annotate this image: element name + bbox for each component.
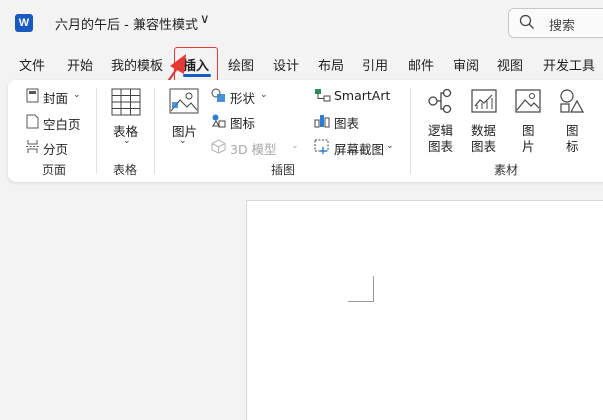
chevron-down-icon: ⌄ — [291, 141, 299, 151]
screenshot-button[interactable]: 屏幕截图 — [334, 139, 384, 158]
chart-icon — [314, 115, 330, 128]
chevron-down-icon[interactable]: ∨ — [200, 12, 210, 27]
icon-material-label-line2[interactable]: 标 — [566, 136, 579, 155]
smartart-icon — [315, 89, 331, 102]
image-material-label-line2[interactable]: 片 — [522, 136, 535, 155]
cover-page-icon — [26, 88, 39, 103]
chevron-down-icon[interactable]: ⌄ — [386, 141, 394, 151]
search-icon — [519, 14, 534, 29]
cover-page-button[interactable]: 封面 — [43, 88, 68, 107]
icon-material-icon — [560, 89, 585, 113]
tab-mailings[interactable]: 邮件 — [408, 55, 434, 74]
tab-developer[interactable]: 开发工具 — [543, 55, 595, 74]
icons-icon — [212, 114, 226, 128]
search-label[interactable]: 搜索 — [549, 15, 575, 34]
tab-draw[interactable]: 绘图 — [228, 55, 254, 74]
chevron-down-icon[interactable]: ⌄ — [179, 136, 187, 146]
group-label-pages: 页面 — [42, 163, 67, 177]
image-material-icon — [515, 89, 541, 113]
chart-button[interactable]: 图表 — [334, 113, 359, 132]
tab-view[interactable]: 视图 — [497, 55, 523, 74]
tab-design[interactable]: 设计 — [273, 55, 299, 74]
tab-references[interactable]: 引用 — [362, 55, 388, 74]
logic-chart-label-line2[interactable]: 图表 — [428, 136, 453, 155]
tab-review[interactable]: 审阅 — [453, 55, 479, 74]
group-divider — [154, 88, 155, 174]
smartart-button[interactable]: SmartArt — [334, 88, 390, 103]
group-label-illustrations: 插图 — [271, 163, 296, 177]
document-page[interactable] — [246, 200, 603, 420]
picture-icon — [169, 88, 199, 114]
group-divider — [96, 88, 97, 174]
shapes-button[interactable]: 形状 — [230, 88, 255, 107]
data-chart-icon — [471, 89, 497, 113]
3d-model-icon — [211, 139, 226, 154]
margin-corner-mark — [348, 276, 374, 302]
tab-layout[interactable]: 布局 — [318, 55, 344, 74]
page-break-button[interactable]: 分页 — [43, 139, 68, 158]
shapes-icon — [211, 88, 225, 102]
group-label-material: 素材 — [494, 163, 519, 177]
document-title[interactable]: 六月的午后 - 兼容性模式 — [55, 14, 198, 33]
blank-page-icon — [26, 114, 39, 129]
chevron-down-icon[interactable]: ⌄ — [260, 90, 268, 100]
word-logo-icon: W — [15, 14, 33, 32]
3d-model-button: 3D 模型 — [230, 142, 277, 157]
chevron-down-icon[interactable]: ⌄ — [123, 136, 131, 146]
blank-page-button[interactable]: 空白页 — [43, 114, 81, 133]
chevron-down-icon[interactable]: ⌄ — [73, 90, 81, 100]
logic-chart-icon — [428, 88, 452, 114]
tab-home[interactable]: 开始 — [67, 55, 93, 74]
tab-file[interactable]: 文件 — [19, 55, 45, 74]
screenshot-icon — [314, 139, 329, 154]
table-icon — [111, 88, 141, 116]
group-label-tables: 表格 — [113, 163, 138, 177]
data-chart-label-line2[interactable]: 图表 — [471, 136, 496, 155]
icons-button[interactable]: 图标 — [230, 113, 255, 132]
group-divider — [410, 88, 411, 174]
page-break-icon — [26, 140, 39, 153]
